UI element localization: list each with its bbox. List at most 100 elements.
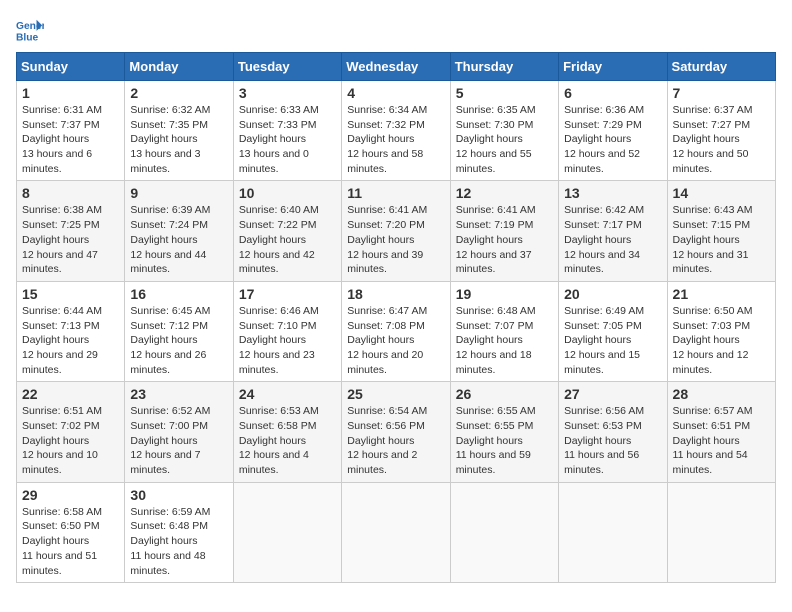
day-number: 14 — [673, 185, 770, 201]
day-detail: Sunrise: 6:52 AMSunset: 7:00 PMDaylight … — [130, 405, 210, 476]
day-number: 30 — [130, 487, 227, 503]
day-number: 9 — [130, 185, 227, 201]
day-number: 8 — [22, 185, 119, 201]
calendar-cell-25: 25 Sunrise: 6:54 AMSunset: 6:56 PMDaylig… — [342, 382, 450, 482]
day-detail: Sunrise: 6:48 AMSunset: 7:07 PMDaylight … — [456, 305, 536, 376]
calendar-cell-22: 22 Sunrise: 6:51 AMSunset: 7:02 PMDaylig… — [17, 382, 125, 482]
empty-cell — [559, 482, 667, 582]
weekday-header-wednesday: Wednesday — [342, 53, 450, 81]
day-detail: Sunrise: 6:44 AMSunset: 7:13 PMDaylight … — [22, 305, 102, 376]
day-number: 26 — [456, 386, 553, 402]
page-header: General Blue — [16, 16, 776, 44]
weekday-header-saturday: Saturday — [667, 53, 775, 81]
calendar-week-2: 8 Sunrise: 6:38 AMSunset: 7:25 PMDayligh… — [17, 181, 776, 281]
day-number: 5 — [456, 85, 553, 101]
calendar-cell-30: 30 Sunrise: 6:59 AMSunset: 6:48 PMDaylig… — [125, 482, 233, 582]
day-detail: Sunrise: 6:33 AMSunset: 7:33 PMDaylight … — [239, 104, 319, 175]
calendar-cell-20: 20 Sunrise: 6:49 AMSunset: 7:05 PMDaylig… — [559, 281, 667, 381]
weekday-header-thursday: Thursday — [450, 53, 558, 81]
calendar-week-3: 15 Sunrise: 6:44 AMSunset: 7:13 PMDaylig… — [17, 281, 776, 381]
day-detail: Sunrise: 6:38 AMSunset: 7:25 PMDaylight … — [22, 204, 102, 275]
day-detail: Sunrise: 6:35 AMSunset: 7:30 PMDaylight … — [456, 104, 536, 175]
weekday-header-tuesday: Tuesday — [233, 53, 341, 81]
day-number: 25 — [347, 386, 444, 402]
empty-cell — [342, 482, 450, 582]
calendar-cell-12: 12 Sunrise: 6:41 AMSunset: 7:19 PMDaylig… — [450, 181, 558, 281]
day-detail: Sunrise: 6:31 AMSunset: 7:37 PMDaylight … — [22, 104, 102, 175]
calendar-cell-26: 26 Sunrise: 6:55 AMSunset: 6:55 PMDaylig… — [450, 382, 558, 482]
day-detail: Sunrise: 6:59 AMSunset: 6:48 PMDaylight … — [130, 506, 210, 577]
calendar-cell-29: 29 Sunrise: 6:58 AMSunset: 6:50 PMDaylig… — [17, 482, 125, 582]
day-number: 28 — [673, 386, 770, 402]
day-detail: Sunrise: 6:41 AMSunset: 7:19 PMDaylight … — [456, 204, 536, 275]
day-number: 13 — [564, 185, 661, 201]
logo-icon: General Blue — [16, 16, 44, 44]
calendar-cell-1: 1 Sunrise: 6:31 AMSunset: 7:37 PMDayligh… — [17, 81, 125, 181]
day-number: 2 — [130, 85, 227, 101]
day-number: 15 — [22, 286, 119, 302]
calendar-cell-8: 8 Sunrise: 6:38 AMSunset: 7:25 PMDayligh… — [17, 181, 125, 281]
day-number: 23 — [130, 386, 227, 402]
svg-text:Blue: Blue — [16, 32, 39, 43]
day-number: 29 — [22, 487, 119, 503]
calendar-cell-18: 18 Sunrise: 6:47 AMSunset: 7:08 PMDaylig… — [342, 281, 450, 381]
day-detail: Sunrise: 6:39 AMSunset: 7:24 PMDaylight … — [130, 204, 210, 275]
calendar-cell-13: 13 Sunrise: 6:42 AMSunset: 7:17 PMDaylig… — [559, 181, 667, 281]
day-detail: Sunrise: 6:58 AMSunset: 6:50 PMDaylight … — [22, 506, 102, 577]
day-detail: Sunrise: 6:36 AMSunset: 7:29 PMDaylight … — [564, 104, 644, 175]
day-number: 6 — [564, 85, 661, 101]
day-number: 1 — [22, 85, 119, 101]
logo: General Blue — [16, 16, 48, 44]
day-number: 19 — [456, 286, 553, 302]
calendar-cell-10: 10 Sunrise: 6:40 AMSunset: 7:22 PMDaylig… — [233, 181, 341, 281]
day-detail: Sunrise: 6:45 AMSunset: 7:12 PMDaylight … — [130, 305, 210, 376]
calendar-cell-21: 21 Sunrise: 6:50 AMSunset: 7:03 PMDaylig… — [667, 281, 775, 381]
day-detail: Sunrise: 6:50 AMSunset: 7:03 PMDaylight … — [673, 305, 753, 376]
weekday-header-friday: Friday — [559, 53, 667, 81]
day-detail: Sunrise: 6:54 AMSunset: 6:56 PMDaylight … — [347, 405, 427, 476]
calendar-cell-11: 11 Sunrise: 6:41 AMSunset: 7:20 PMDaylig… — [342, 181, 450, 281]
calendar-table: SundayMondayTuesdayWednesdayThursdayFrid… — [16, 52, 776, 583]
day-number: 18 — [347, 286, 444, 302]
day-number: 3 — [239, 85, 336, 101]
day-detail: Sunrise: 6:34 AMSunset: 7:32 PMDaylight … — [347, 104, 427, 175]
calendar-week-5: 29 Sunrise: 6:58 AMSunset: 6:50 PMDaylig… — [17, 482, 776, 582]
calendar-cell-7: 7 Sunrise: 6:37 AMSunset: 7:27 PMDayligh… — [667, 81, 775, 181]
day-detail: Sunrise: 6:49 AMSunset: 7:05 PMDaylight … — [564, 305, 644, 376]
day-detail: Sunrise: 6:43 AMSunset: 7:15 PMDaylight … — [673, 204, 753, 275]
calendar-cell-14: 14 Sunrise: 6:43 AMSunset: 7:15 PMDaylig… — [667, 181, 775, 281]
day-detail: Sunrise: 6:46 AMSunset: 7:10 PMDaylight … — [239, 305, 319, 376]
day-number: 24 — [239, 386, 336, 402]
calendar-cell-2: 2 Sunrise: 6:32 AMSunset: 7:35 PMDayligh… — [125, 81, 233, 181]
day-number: 10 — [239, 185, 336, 201]
calendar-cell-15: 15 Sunrise: 6:44 AMSunset: 7:13 PMDaylig… — [17, 281, 125, 381]
calendar-cell-23: 23 Sunrise: 6:52 AMSunset: 7:00 PMDaylig… — [125, 382, 233, 482]
day-number: 22 — [22, 386, 119, 402]
calendar-cell-24: 24 Sunrise: 6:53 AMSunset: 6:58 PMDaylig… — [233, 382, 341, 482]
day-detail: Sunrise: 6:32 AMSunset: 7:35 PMDaylight … — [130, 104, 210, 175]
calendar-cell-9: 9 Sunrise: 6:39 AMSunset: 7:24 PMDayligh… — [125, 181, 233, 281]
calendar-cell-16: 16 Sunrise: 6:45 AMSunset: 7:12 PMDaylig… — [125, 281, 233, 381]
calendar-cell-19: 19 Sunrise: 6:48 AMSunset: 7:07 PMDaylig… — [450, 281, 558, 381]
day-number: 16 — [130, 286, 227, 302]
calendar-cell-27: 27 Sunrise: 6:56 AMSunset: 6:53 PMDaylig… — [559, 382, 667, 482]
day-detail: Sunrise: 6:37 AMSunset: 7:27 PMDaylight … — [673, 104, 753, 175]
day-number: 11 — [347, 185, 444, 201]
day-detail: Sunrise: 6:40 AMSunset: 7:22 PMDaylight … — [239, 204, 319, 275]
calendar-cell-6: 6 Sunrise: 6:36 AMSunset: 7:29 PMDayligh… — [559, 81, 667, 181]
day-detail: Sunrise: 6:53 AMSunset: 6:58 PMDaylight … — [239, 405, 319, 476]
day-number: 7 — [673, 85, 770, 101]
day-detail: Sunrise: 6:55 AMSunset: 6:55 PMDaylight … — [456, 405, 536, 476]
weekday-header-monday: Monday — [125, 53, 233, 81]
calendar-cell-28: 28 Sunrise: 6:57 AMSunset: 6:51 PMDaylig… — [667, 382, 775, 482]
day-detail: Sunrise: 6:41 AMSunset: 7:20 PMDaylight … — [347, 204, 427, 275]
empty-cell — [450, 482, 558, 582]
empty-cell — [667, 482, 775, 582]
calendar-week-4: 22 Sunrise: 6:51 AMSunset: 7:02 PMDaylig… — [17, 382, 776, 482]
weekday-header-sunday: Sunday — [17, 53, 125, 81]
day-number: 17 — [239, 286, 336, 302]
calendar-cell-17: 17 Sunrise: 6:46 AMSunset: 7:10 PMDaylig… — [233, 281, 341, 381]
day-number: 12 — [456, 185, 553, 201]
calendar-week-1: 1 Sunrise: 6:31 AMSunset: 7:37 PMDayligh… — [17, 81, 776, 181]
empty-cell — [233, 482, 341, 582]
